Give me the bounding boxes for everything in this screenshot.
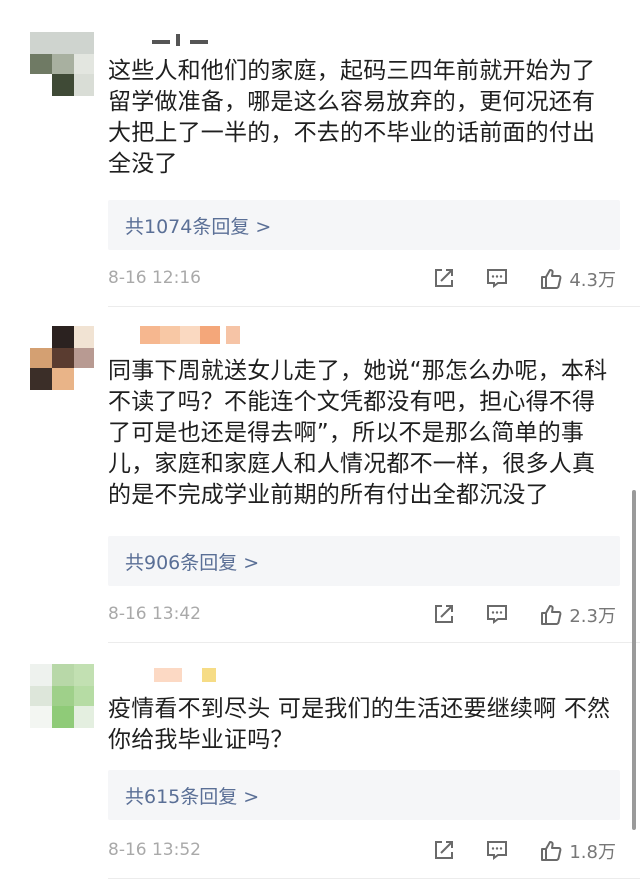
divider (108, 306, 640, 307)
like-count: 2.3万 (569, 606, 616, 627)
comment-meta: 8-16 12:16 4.3万 (108, 266, 620, 292)
comment-meta: 8-16 13:52 1.8万 (108, 838, 620, 864)
share-icon[interactable] (432, 266, 456, 294)
scrollbar[interactable] (632, 490, 636, 830)
like-button[interactable]: 4.3万 (539, 266, 616, 292)
thumbs-up-icon (541, 841, 562, 861)
comment-text: 疫情看不到尽头 可是我们的生活还要继续啊 不然你给我毕业证吗？ (108, 696, 611, 753)
like-button[interactable]: 1.8万 (539, 838, 616, 864)
timestamp: 8-16 12:16 (108, 268, 201, 288)
avatar[interactable] (30, 664, 94, 728)
thumbs-up-icon (541, 269, 562, 289)
timestamp: 8-16 13:52 (108, 840, 201, 860)
thumbs-up-icon (541, 605, 562, 625)
timestamp: 8-16 13:42 (108, 604, 201, 624)
view-replies-link[interactable]: 共615条回复 > (108, 770, 620, 820)
comment-text: 同事下周就送女儿走了，她说“那怎么办呢，本科不读了吗？不能连个文凭都没有吧，担心… (108, 358, 608, 508)
like-count: 4.3万 (569, 270, 616, 291)
divider (108, 642, 640, 643)
view-replies-link[interactable]: 共1074条回复 > (108, 200, 620, 250)
comment-text: 这些人和他们的家庭，起码三四年前就开始为了留学做准备，哪是这么容易放弃的，更何况… (108, 58, 596, 177)
view-replies-link[interactable]: 共906条回复 > (108, 536, 620, 586)
comment-meta: 8-16 13:42 2.3万 (108, 602, 620, 628)
comment-icon[interactable] (485, 838, 509, 866)
like-button[interactable]: 2.3万 (539, 602, 616, 628)
avatar[interactable] (30, 32, 94, 96)
divider (108, 878, 640, 879)
comment-icon[interactable] (485, 266, 509, 294)
comment-icon[interactable] (485, 602, 509, 630)
like-count: 1.8万 (569, 842, 616, 863)
avatar[interactable] (30, 326, 94, 390)
share-icon[interactable] (432, 602, 456, 630)
share-icon[interactable] (432, 838, 456, 866)
